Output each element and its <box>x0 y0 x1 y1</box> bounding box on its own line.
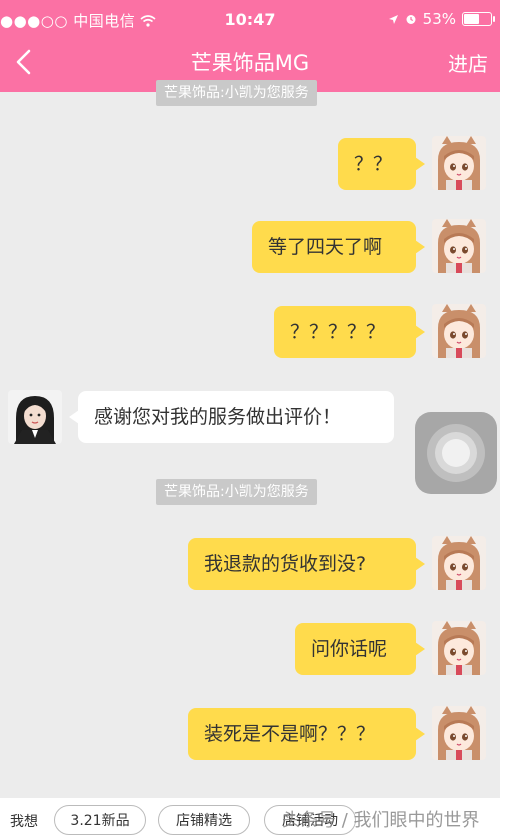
my-message-bubble[interactable]: ？？ <box>338 138 425 190</box>
my-avatar[interactable] <box>432 536 486 590</box>
location-arrow-icon <box>388 14 398 24</box>
quick-chip-new-arrivals[interactable]: 3.21新品 <box>54 805 146 835</box>
my-message-bubble[interactable]: 装死是不是啊？？？ <box>188 708 425 760</box>
my-avatar[interactable] <box>432 136 486 190</box>
nav-header: ●●●○○ 中国电信 10:47 53% 芒果饰品MG 进店 <box>0 0 500 92</box>
battery-icon <box>462 12 495 26</box>
battery-percent: 53% <box>422 10 456 28</box>
page-title: 芒果饰品MG <box>190 51 310 75</box>
status-right: 53% <box>388 10 495 28</box>
my-message-bubble[interactable]: 等了四天了啊 <box>252 221 425 273</box>
alarm-clock-icon <box>406 15 416 24</box>
assistive-touch-button[interactable] <box>415 412 497 494</box>
shop-message-bubble[interactable]: 感谢您对我的服务做出评价！ <box>69 391 394 443</box>
my-message-bubble[interactable]: 我退款的货收到没? <box>188 538 425 590</box>
watermark-text: 头条号 / 我们眼中的世界 <box>282 810 480 831</box>
my-message-bubble[interactable]: 问你话呢 <box>295 623 425 675</box>
assistive-touch-ring <box>442 439 470 467</box>
my-avatar[interactable] <box>432 219 486 273</box>
system-note-top: 芒果饰品:小凯为您服务 <box>156 80 317 106</box>
system-note: 芒果饰品:小凯为您服务 <box>156 479 317 505</box>
chat-screen: ●●●○○ 中国电信 10:47 53% 芒果饰品MG 进店 芒果饰品:小凯为您… <box>0 0 500 838</box>
my-avatar[interactable] <box>432 621 486 675</box>
status-bar: ●●●○○ 中国电信 10:47 53% <box>0 0 500 38</box>
quick-reply-label: 我想 <box>10 814 38 830</box>
enter-store-button[interactable]: 进店 <box>448 48 488 77</box>
right-margin <box>500 0 527 838</box>
quick-chip-store-picks[interactable]: 店铺精选 <box>158 805 250 835</box>
my-message-bubble[interactable]: ？？？？？ <box>274 306 425 358</box>
my-avatar[interactable] <box>432 706 486 760</box>
shop-agent-avatar[interactable] <box>8 390 62 444</box>
my-avatar[interactable] <box>432 304 486 358</box>
